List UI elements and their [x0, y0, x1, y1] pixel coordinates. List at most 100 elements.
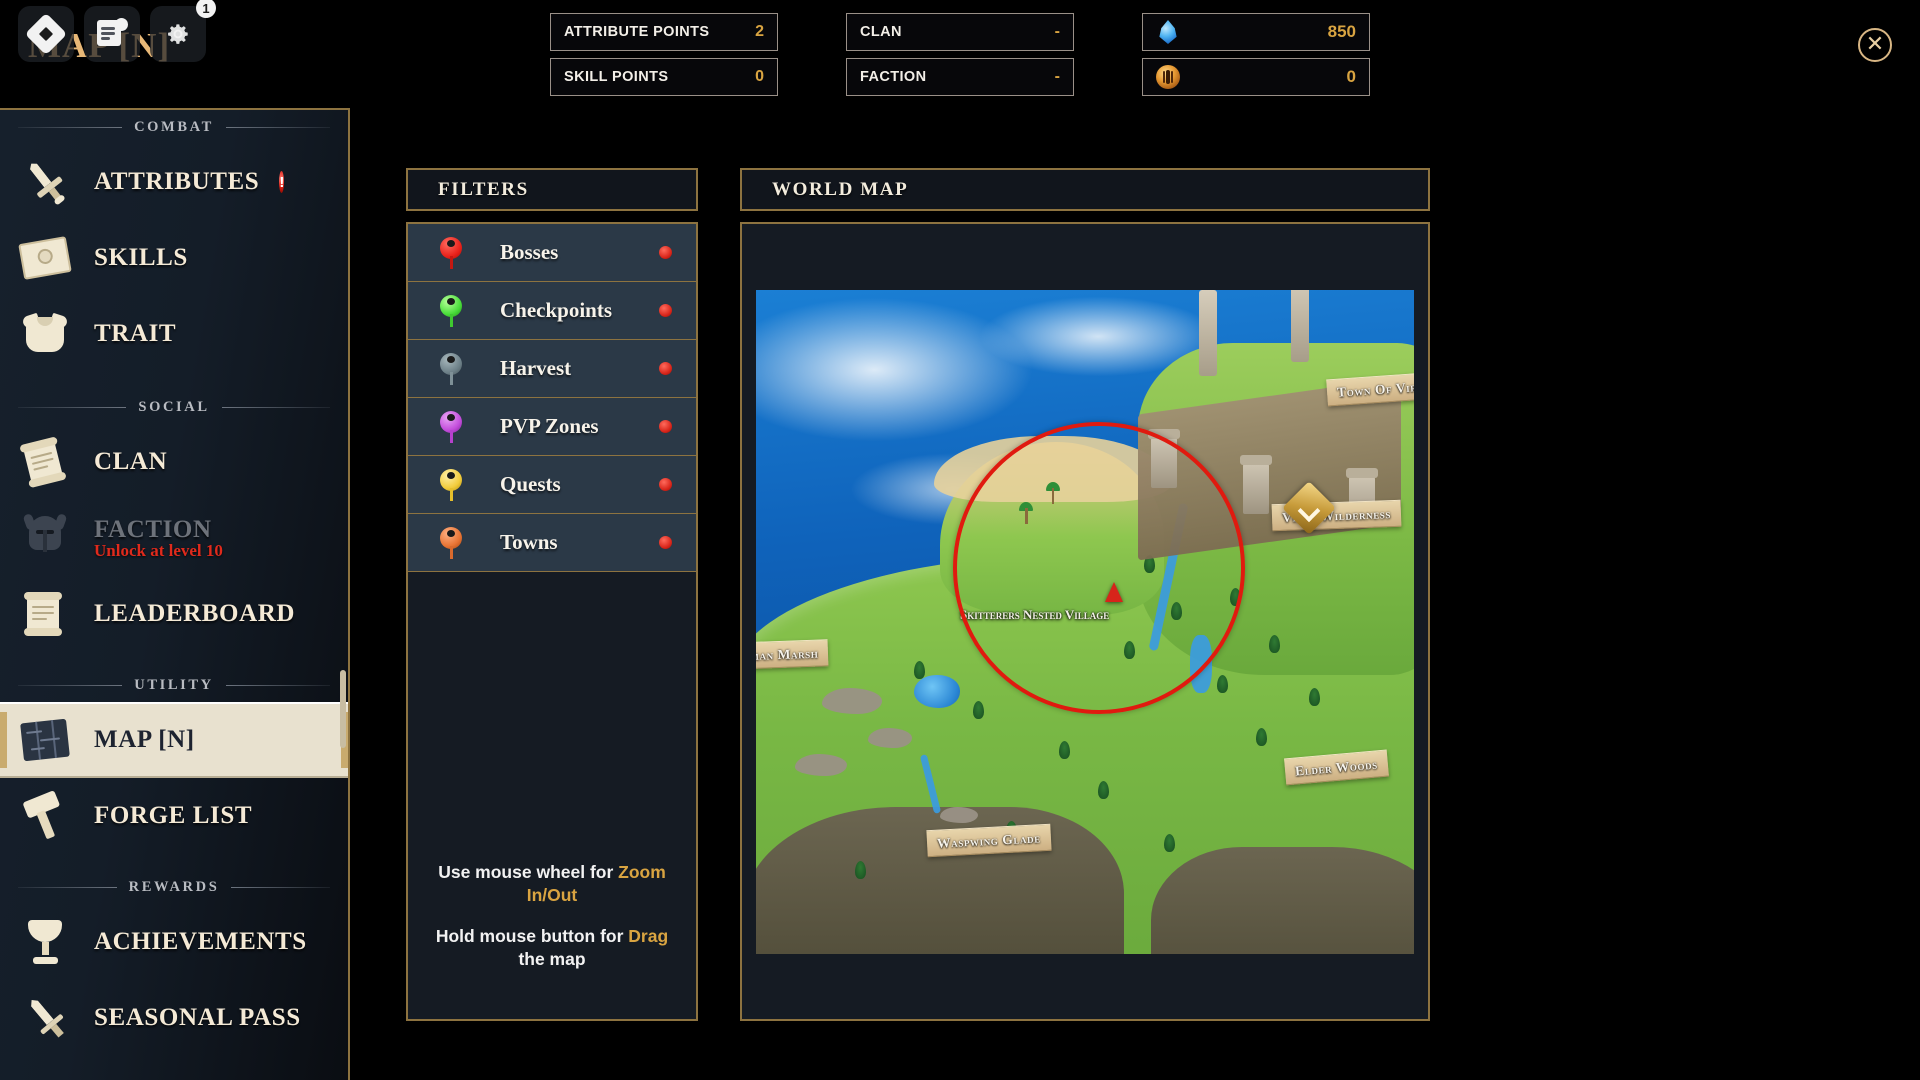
map-spire [1198, 289, 1217, 376]
sidebar-item-achievements[interactable]: ACHIEVEMENTS [0, 904, 348, 980]
sidebar-item-forge-list[interactable]: FORGE LIST [0, 778, 348, 854]
map-spire [1290, 289, 1309, 363]
map-pin-icon [440, 410, 462, 443]
world-map-canvas[interactable]: Town Of Vir Viros Wilderness Elder Woods… [756, 289, 1414, 954]
close-icon: ✕ [1865, 31, 1885, 56]
dagger-icon [16, 992, 74, 1044]
clan-value: - [1054, 23, 1060, 40]
filter-toggle-harvest[interactable] [659, 362, 672, 375]
sidebar-item-leaderboard[interactable]: LEADERBOARD [0, 576, 348, 652]
filter-row-harvest[interactable]: Harvest [408, 340, 696, 398]
faction-value: - [1054, 68, 1060, 85]
sidebar-item-label: FORGE LIST [94, 802, 253, 829]
map-rocks [795, 754, 848, 777]
hint-drag-highlight: Drag [628, 925, 669, 946]
sidebar-item-faction[interactable]: FACTION Unlock at level 10 [0, 500, 348, 576]
map-mountains-southeast [1150, 847, 1414, 954]
chalice-icon [16, 916, 74, 968]
shard-currency-value: 850 [1327, 22, 1356, 41]
map-lake [913, 674, 960, 708]
points-group: ATTRIBUTE POINTS 2 SKILL POINTS 0 [550, 13, 778, 96]
clan-label: CLAN [860, 24, 902, 40]
map-rocks [821, 687, 882, 714]
filter-label: Quests [500, 472, 561, 496]
sidebar-item-label: CLAN [94, 448, 168, 475]
sidebar-item-label: ACHIEVEMENTS [94, 928, 307, 955]
sidebar-section-utility: UTILITY [0, 668, 348, 702]
roblox-logo-icon [24, 12, 68, 56]
sidebar-scrollbar[interactable] [340, 670, 346, 748]
filter-toggle-towns[interactable] [659, 536, 672, 549]
faction-label: FACTION [860, 69, 927, 85]
sidebar: COMBAT ATTRIBUTES ! SKILLS TRAIT SOCIAL … [0, 108, 350, 1080]
sidebar-item-seasonal-pass[interactable]: SEASONAL PASS [0, 980, 348, 1056]
sidebar-item-label: TRAIT [94, 320, 177, 347]
hint-drag: Hold mouse button for Drag the map [426, 925, 678, 971]
scroll-icon [16, 436, 74, 489]
filter-row-checkpoints[interactable]: Checkpoints [408, 282, 696, 340]
filter-toggle-pvp-zones[interactable] [659, 420, 672, 433]
clan-box: CLAN - [846, 13, 1074, 51]
chat-button[interactable] [84, 6, 140, 62]
sidebar-item-attributes[interactable]: ATTRIBUTES ! [0, 144, 348, 220]
faction-box: FACTION - [846, 58, 1074, 96]
attribute-points-box: ATTRIBUTE POINTS 2 [550, 13, 778, 51]
player-arrow-marker [1104, 581, 1123, 602]
map-tree [854, 860, 866, 879]
sidebar-item-skills[interactable]: SKILLS [0, 220, 348, 296]
sidebar-item-clan[interactable]: CLAN [0, 424, 348, 500]
sidebar-item-map[interactable]: MAP [N] [0, 702, 348, 778]
sidebar-item-trait[interactable]: TRAIT [0, 296, 348, 372]
map-tree [1058, 741, 1070, 760]
attributes-alert-badge: ! [279, 171, 285, 193]
hammer-icon [16, 790, 74, 842]
world-map-title: WORLD MAP [772, 178, 909, 200]
faction-unlock-note: Unlock at level 10 [94, 540, 223, 560]
map-tree [973, 701, 985, 720]
filter-label: Checkpoints [500, 298, 613, 322]
filter-toggle-quests[interactable] [659, 478, 672, 491]
settings-button[interactable]: 1 [150, 0, 216, 62]
coin-currency-value: 0 [1346, 67, 1356, 86]
roblox-topbar: 1 [18, 0, 216, 62]
affiliation-group: CLAN - FACTION - [846, 13, 1074, 96]
close-button[interactable]: ✕ [1858, 28, 1892, 62]
map-pin-icon [440, 352, 462, 385]
map-tower [1240, 455, 1273, 515]
filter-row-quests[interactable]: Quests [408, 456, 696, 514]
filters-header: FILTERS [406, 168, 698, 211]
map-controls-hints: Use mouse wheel for Zoom In/Out Hold mou… [408, 861, 696, 1019]
shard-icon [1159, 20, 1177, 44]
filter-row-bosses[interactable]: Bosses [408, 224, 696, 282]
section-title-social: SOCIAL [138, 398, 210, 415]
skill-points-box: SKILL POINTS 0 [550, 58, 778, 96]
filter-label: PVP Zones [500, 414, 599, 438]
hint-zoom-pre: Use mouse wheel for [438, 861, 619, 882]
attribute-points-label: ATTRIBUTE POINTS [564, 24, 710, 40]
sidebar-item-label: MAP [N] [94, 726, 195, 753]
map-pin-icon [440, 526, 462, 559]
roblox-logo-button[interactable] [18, 6, 74, 62]
skill-points-value: 0 [755, 68, 764, 85]
filter-toggle-bosses[interactable] [659, 246, 672, 259]
filters-body: Bosses Checkpoints Harvest PVP Zones Que… [406, 222, 698, 1021]
currency-group: 850 0 [1142, 13, 1370, 96]
sidebar-item-label: ATTRIBUTES [94, 168, 260, 195]
section-title-combat: COMBAT [134, 118, 214, 135]
filters-panel: FILTERS Bosses Checkpoints Harvest PVP Z… [406, 168, 698, 1021]
map-tree [1163, 833, 1175, 852]
skill-points-label: SKILL POINTS [564, 69, 669, 85]
filters-title: FILTERS [438, 178, 529, 200]
attribute-points-value: 2 [755, 23, 764, 40]
filter-toggle-checkpoints[interactable] [659, 304, 672, 317]
map-tree [1098, 780, 1110, 799]
world-map-panel: WORLD MAP Town Of Vir Viros Wilderness E… [740, 168, 1430, 1021]
map-rocks [867, 727, 912, 748]
filter-row-pvp-zones[interactable]: PVP Zones [408, 398, 696, 456]
map-highlight-circle [953, 422, 1246, 715]
sidebar-section-rewards: REWARDS [0, 870, 348, 904]
sidebar-item-label: FACTION [94, 515, 212, 543]
book-icon [16, 232, 74, 284]
filter-row-towns[interactable]: Towns [408, 514, 696, 572]
sword-icon [16, 156, 74, 208]
